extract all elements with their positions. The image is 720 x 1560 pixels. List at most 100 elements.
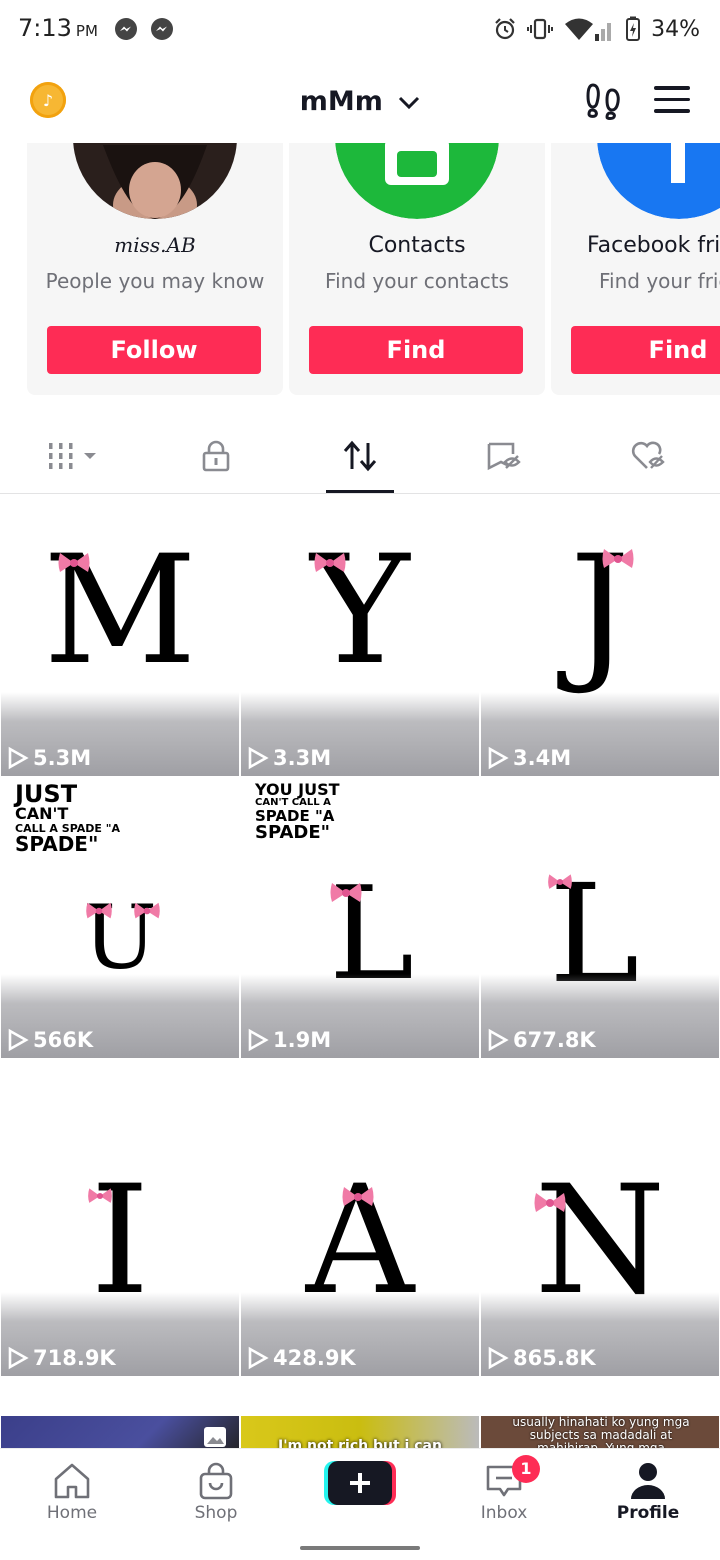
nav-home-label: Home: [46, 1503, 98, 1523]
shop-bag-icon: [199, 1462, 233, 1500]
video-thumbnail[interactable]: JUST CAN'T CALL A SPADE "A SPADE" U 566K: [1, 778, 239, 1058]
tab-private[interactable]: [144, 418, 288, 494]
avatar[interactable]: [73, 143, 237, 219]
video-grid: M 5.3M Y 3.3M J 3.4M JUST CAN'T CALL A S…: [0, 496, 720, 1448]
profile-tabs: [0, 418, 720, 494]
video-thumbnail[interactable]: Y 3.3M: [241, 496, 479, 776]
video-caption: I'm not rich but i can: [278, 1438, 442, 1448]
view-count: 677.8K: [487, 1028, 596, 1052]
play-icon: [488, 746, 509, 770]
bookmark-hidden-icon: [487, 442, 521, 471]
play-icon: [248, 1028, 269, 1052]
video-thumbnail[interactable]: usually hinahati ko yung mga subjects sa…: [481, 1416, 719, 1448]
nav-profile[interactable]: Profile: [576, 1449, 720, 1545]
bow-icon: [58, 553, 90, 572]
tab-reposts[interactable]: [288, 418, 432, 494]
footprint-icon[interactable]: [584, 80, 624, 120]
tab-favorites[interactable]: [432, 418, 576, 494]
nav-inbox-label: Inbox: [480, 1503, 528, 1523]
alarm-icon: [495, 18, 515, 40]
play-icon: [8, 746, 29, 770]
play-icon: [248, 1346, 269, 1370]
video-caption: usually hinahati ko yung mga subjects sa…: [512, 1416, 690, 1448]
view-count-text: 865.8K: [513, 1346, 596, 1370]
video-thumbnail[interactable]: I 718.9K: [1, 1096, 239, 1376]
video-thumbnail[interactable]: I'm not rich but i can: [241, 1416, 479, 1448]
nav-profile-label: Profile: [616, 1503, 680, 1523]
heart-hidden-icon: [631, 441, 665, 469]
tab-videos[interactable]: [2, 418, 146, 494]
nav-shop[interactable]: Shop: [144, 1449, 288, 1545]
bow-icon: [86, 902, 112, 919]
bow-icon: [548, 874, 572, 889]
video-letter: Y: [310, 524, 410, 698]
tab-liked[interactable]: [576, 418, 720, 494]
caption-line: YOU JUST: [255, 780, 340, 799]
play-icon: [248, 746, 269, 770]
suggestion-name: miss.AB: [114, 233, 196, 257]
bow-icon: [602, 549, 634, 568]
menu-icon[interactable]: [654, 86, 690, 114]
status-bar: 7:13 PM 34%: [0, 0, 720, 58]
video-caption: YOU JUST CAN'T CALL A SPADE "A SPADE": [255, 780, 340, 842]
video-letter: M: [43, 524, 197, 698]
video-thumbnail[interactable]: L 677.8K: [481, 778, 719, 1058]
suggestion-subtitle: Find your contacts: [325, 269, 509, 293]
view-count-text: 3.3M: [273, 746, 332, 770]
view-count-text: 718.9K: [33, 1346, 116, 1370]
bow-icon: [534, 1193, 566, 1212]
video-thumbnail[interactable]: J 3.4M: [481, 496, 719, 776]
nav-home[interactable]: Home: [0, 1449, 144, 1545]
bow-icon: [134, 902, 160, 919]
clock-ampm: PM: [75, 22, 98, 40]
caption-line: SPADE": [15, 832, 99, 856]
find-facebook-button[interactable]: Find: [571, 326, 720, 374]
find-contacts-button[interactable]: Find: [309, 326, 523, 374]
view-count-text: 1.9M: [273, 1028, 332, 1052]
messenger-icon: [151, 18, 173, 40]
profile-icon: [631, 1463, 665, 1499]
play-icon: [488, 1346, 509, 1370]
video-thumbnail[interactable]: N 865.8K: [481, 1096, 719, 1376]
suggestions-carousel[interactable]: miss.AB People you may know Follow Conta…: [0, 143, 720, 395]
view-count: 5.3M: [7, 746, 91, 770]
vibrate-icon: [527, 18, 554, 40]
suggestion-subtitle: People you may know: [45, 269, 265, 293]
chevron-down-icon: [399, 96, 420, 109]
caption-line: JUST: [15, 780, 78, 808]
play-icon: [8, 1346, 29, 1370]
follow-button[interactable]: Follow: [47, 326, 261, 374]
suggestion-name: Contacts: [368, 233, 466, 258]
suggestion-subtitle: Find your friends: [599, 269, 720, 293]
view-count: 3.4M: [487, 746, 571, 770]
video-thumbnail[interactable]: A 428.9K: [241, 1096, 479, 1376]
view-count: 3.3M: [247, 746, 331, 770]
contacts-icon[interactable]: [335, 143, 499, 219]
suggestion-card: Facebook friends Find your friends Find: [551, 143, 720, 395]
grid-icon: [49, 443, 96, 469]
facebook-icon[interactable]: [597, 143, 720, 219]
view-count-text: 677.8K: [513, 1028, 596, 1052]
status-icons: 34%: [493, 14, 700, 44]
bow-icon: [88, 1188, 112, 1203]
caption-line: CAN'T: [15, 804, 69, 824]
nav-inbox[interactable]: Inbox: [432, 1449, 576, 1545]
inbox-badge: 1: [512, 1455, 540, 1483]
video-letter: J: [569, 524, 631, 698]
bow-icon: [342, 1187, 374, 1206]
bow-icon: [314, 553, 346, 572]
active-tab-indicator: [326, 490, 394, 493]
view-count: 428.9K: [247, 1346, 356, 1370]
video-thumbnail[interactable]: YOU JUST CAN'T CALL A SPADE "A SPADE" L …: [241, 778, 479, 1058]
view-count: 718.9K: [7, 1346, 116, 1370]
home-indicator: [300, 1546, 420, 1550]
video-thumbnail[interactable]: [1, 1416, 239, 1448]
suggestion-card: Contacts Find your contacts Find: [289, 143, 545, 395]
view-count-text: 566K: [33, 1028, 94, 1052]
play-icon: [8, 1028, 29, 1052]
create-button[interactable]: [324, 1461, 396, 1505]
bow-icon: [330, 883, 362, 902]
bottom-nav: Home Shop Inbox 1 Profile: [0, 1448, 720, 1560]
video-thumbnail[interactable]: M 5.3M: [1, 496, 239, 776]
video-caption: JUST CAN'T CALL A SPADE "A SPADE": [15, 780, 120, 856]
